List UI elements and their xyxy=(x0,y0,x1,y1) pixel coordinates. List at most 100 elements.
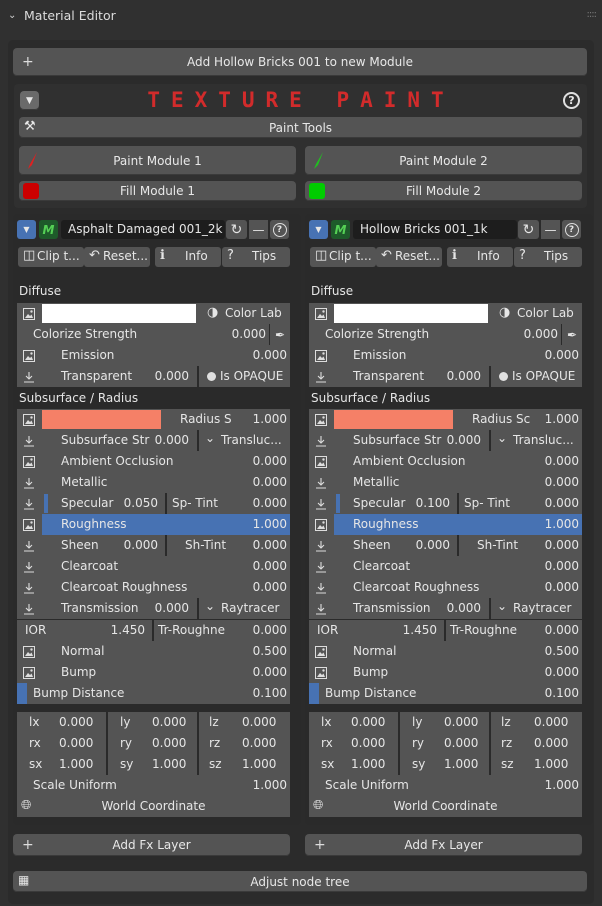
translucent-toggle[interactable]: ⌄ Transluc... xyxy=(199,430,290,451)
adjust-node-tree-button[interactable]: ▦ Adjust node tree xyxy=(13,871,587,892)
help-icon[interactable]: ? xyxy=(563,92,580,109)
clearcoat-slider[interactable] xyxy=(309,556,582,577)
subsurface-texture-icon[interactable] xyxy=(19,410,38,429)
specular-load-icon[interactable] xyxy=(311,494,330,513)
raytracer-toggle[interactable]: ⌄ Raytracer xyxy=(491,598,582,619)
paint-module-2-button[interactable]: Paint Module 2 xyxy=(305,146,582,175)
subsurface-color-swatch[interactable] xyxy=(334,410,453,429)
subsurface-texture-icon[interactable] xyxy=(311,410,330,429)
specular-fill xyxy=(336,494,340,513)
fill-module-1-button[interactable]: Fill Module 1 xyxy=(19,181,296,201)
emission-texture-icon[interactable] xyxy=(311,346,330,365)
rz-label: rz xyxy=(209,736,221,750)
sx-label: sx xyxy=(321,757,335,771)
sx-label: sx xyxy=(29,757,43,771)
emission-slider[interactable] xyxy=(17,345,290,366)
paint-tools-button[interactable]: ⚒ Paint Tools xyxy=(19,117,582,138)
metallic-load-icon[interactable] xyxy=(311,473,330,492)
metallic-slider[interactable] xyxy=(17,472,290,493)
eyedropper-icon[interactable]: ✒ xyxy=(270,324,290,345)
transmission-label: Transmission xyxy=(61,601,139,615)
paint-module-1-button[interactable]: Paint Module 1 xyxy=(19,146,296,175)
sheen-load-icon[interactable] xyxy=(311,536,330,555)
radio-icon xyxy=(207,371,216,381)
reset-button[interactable]: ↶ Reset... xyxy=(376,247,442,267)
translucent-toggle[interactable]: ⌄ Transluc... xyxy=(491,430,582,451)
clearcoat-load-icon[interactable] xyxy=(311,557,330,576)
module-collapse-toggle[interactable]: ▼ xyxy=(17,220,36,239)
clearcoat-load-icon[interactable] xyxy=(19,557,38,576)
help-icon[interactable]: ? xyxy=(562,220,581,239)
transparent-load-icon[interactable] xyxy=(19,367,38,386)
normal-texture-icon[interactable] xyxy=(19,642,38,661)
brush-red-icon xyxy=(28,152,37,169)
diffuse-color-swatch[interactable] xyxy=(334,304,488,323)
transparent-load-icon[interactable] xyxy=(311,367,330,386)
normal-slider[interactable] xyxy=(17,641,290,662)
clearcoat-slider[interactable] xyxy=(17,556,290,577)
emission-texture-icon[interactable] xyxy=(19,346,38,365)
ambient-occlusion-texture-icon[interactable] xyxy=(19,452,38,471)
diffuse-texture-icon[interactable] xyxy=(19,304,38,323)
minus-icon[interactable]: — xyxy=(541,220,560,239)
roughness-texture-icon[interactable] xyxy=(311,515,330,534)
normal-texture-icon[interactable] xyxy=(311,642,330,661)
diffuse-color-swatch[interactable] xyxy=(42,304,196,323)
clearcoat-roughness-load-icon[interactable] xyxy=(19,578,38,597)
subsurface-load-icon[interactable] xyxy=(19,431,38,450)
tips-button[interactable]: ? Tips xyxy=(514,247,582,267)
info-button[interactable]: ℹ Info xyxy=(155,247,221,267)
clearcoat-roughness-value: 0.000 xyxy=(252,580,287,594)
rx-label: rx xyxy=(29,736,41,750)
chevron-down-icon[interactable]: ⌄ xyxy=(8,10,22,21)
material-name-field[interactable]: Hollow Bricks 001_1k xyxy=(353,220,517,239)
sheen-load-icon[interactable] xyxy=(19,536,38,555)
refresh-icon[interactable]: ↻ xyxy=(226,220,247,239)
bump-slider[interactable] xyxy=(17,662,290,683)
raytracer-toggle[interactable]: ⌄ Raytracer xyxy=(199,598,290,619)
panel-header[interactable]: ⌄ Material Editor :::: xyxy=(0,0,602,30)
minus-icon[interactable]: — xyxy=(249,220,268,239)
refresh-icon[interactable]: ↻ xyxy=(518,220,539,239)
module-collapse-toggle[interactable]: ▼ xyxy=(309,220,328,239)
add-fx-layer-right-button[interactable]: + Add Fx Layer xyxy=(305,834,582,856)
help-icon[interactable]: ? xyxy=(270,220,289,239)
roughness-texture-icon[interactable] xyxy=(19,515,38,534)
fill-module-2-button[interactable]: Fill Module 2 xyxy=(305,181,582,201)
node-tree-icon: ▦ xyxy=(18,873,30,887)
subsurface-load-icon[interactable] xyxy=(311,431,330,450)
transmission-load-icon[interactable] xyxy=(19,599,38,618)
transmission-load-icon[interactable] xyxy=(311,599,330,618)
tips-button[interactable]: ? Tips xyxy=(222,247,290,267)
clearcoat-roughness-load-icon[interactable] xyxy=(311,578,330,597)
diffuse-texture-icon[interactable] xyxy=(311,304,330,323)
eyedropper-icon[interactable]: ✒ xyxy=(562,324,582,345)
info-button[interactable]: ℹ Info xyxy=(447,247,513,267)
bump-slider[interactable] xyxy=(309,662,582,683)
is-opaque-toggle[interactable]: Is OPAQUE xyxy=(491,366,582,387)
specular-tint-label: Sp- Tint xyxy=(172,496,218,510)
is-opaque-toggle[interactable]: Is OPAQUE xyxy=(199,366,290,387)
specular-label: Specular xyxy=(61,496,114,510)
clip-button[interactable]: ◫ Clip t... xyxy=(18,247,84,267)
sx-value: 1.000 xyxy=(351,757,386,771)
add-fx-layer-left-button[interactable]: + Add Fx Layer xyxy=(13,834,290,856)
clip-button[interactable]: ◫ Clip t... xyxy=(310,247,376,267)
world-coordinate-label: World Coordinate xyxy=(393,799,498,813)
bump-texture-icon[interactable] xyxy=(19,663,38,682)
emission-slider[interactable] xyxy=(309,345,582,366)
metallic-slider[interactable] xyxy=(309,472,582,493)
bump-texture-icon[interactable] xyxy=(311,663,330,682)
emission-label: Emission xyxy=(353,348,407,362)
fill-color-swatch-green xyxy=(309,183,325,199)
add-module-button[interactable]: + Add Hollow Bricks 001 to new Module xyxy=(13,48,587,76)
reset-button[interactable]: ↶ Reset... xyxy=(84,247,150,267)
specular-load-icon[interactable] xyxy=(19,494,38,513)
subsurface-color-swatch[interactable] xyxy=(42,410,161,429)
normal-slider[interactable] xyxy=(309,641,582,662)
sz-label: sz xyxy=(209,757,222,771)
drag-handle-icon[interactable]: :::: xyxy=(587,9,598,20)
metallic-load-icon[interactable] xyxy=(19,473,38,492)
material-name-field[interactable]: Asphalt Damaged 001_2k xyxy=(61,220,225,239)
ambient-occlusion-texture-icon[interactable] xyxy=(311,452,330,471)
